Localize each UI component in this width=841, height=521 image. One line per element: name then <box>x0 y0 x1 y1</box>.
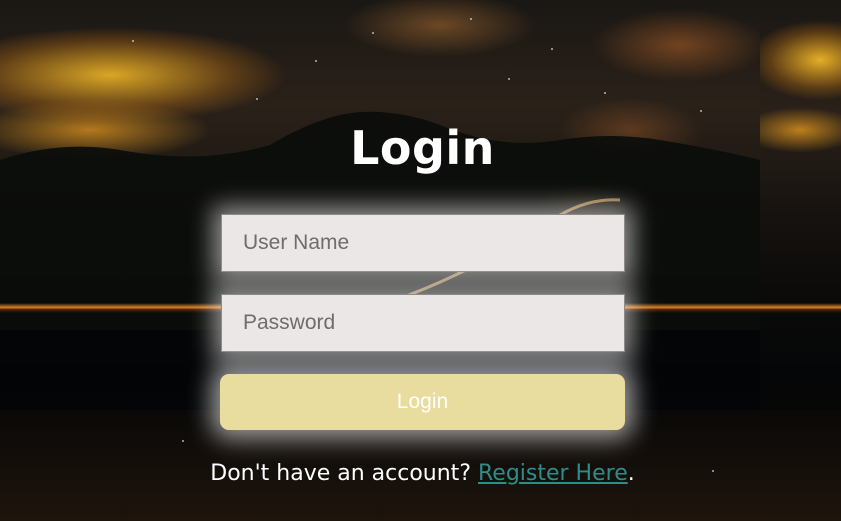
star <box>700 110 702 112</box>
star <box>182 440 184 442</box>
page-title: Login <box>350 121 495 175</box>
star <box>132 40 134 42</box>
star <box>256 98 258 100</box>
register-prompt: Don't have an account? Register Here. <box>0 458 841 490</box>
login-page: Login Login Don't have an account? Regis… <box>0 0 841 521</box>
star <box>604 92 606 94</box>
register-prompt-text: Don't have an account? <box>210 461 478 486</box>
password-input[interactable] <box>221 294 625 352</box>
login-button[interactable]: Login <box>220 374 625 430</box>
star <box>315 60 317 62</box>
star <box>470 18 472 20</box>
register-link[interactable]: Register Here <box>478 461 628 486</box>
star <box>508 78 510 80</box>
star <box>551 48 553 50</box>
username-input[interactable] <box>221 214 625 272</box>
register-prompt-suffix: . <box>627 461 635 486</box>
star <box>372 32 374 34</box>
